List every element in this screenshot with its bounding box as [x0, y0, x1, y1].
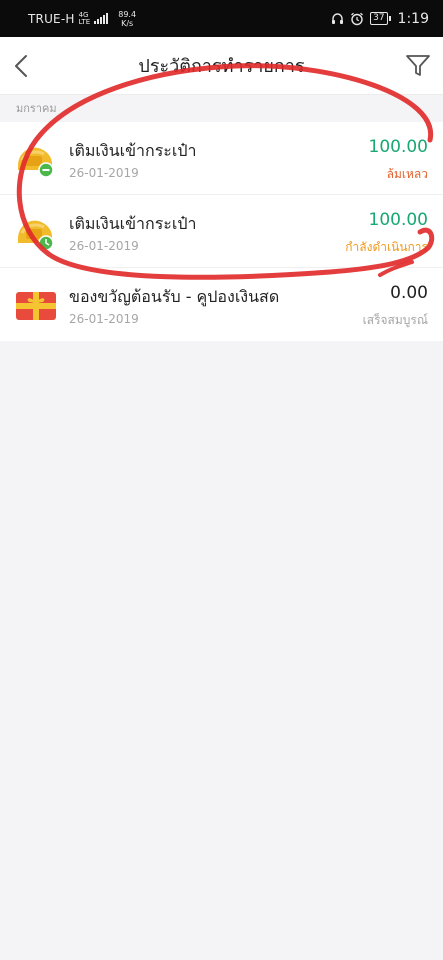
month-section-header: มกราคม: [16, 102, 57, 115]
wallet-failed-icon: [18, 147, 54, 178]
transaction-amount: 100.00: [368, 210, 428, 230]
transaction-title: ของขวัญต้อนรับ - คูปองเงินสด: [69, 287, 280, 306]
chevron-left-icon[interactable]: [10, 52, 36, 80]
transaction-date: 26-01-2019: [69, 312, 139, 326]
funnel-icon[interactable]: [405, 53, 431, 79]
transaction-date: 26-01-2019: [69, 166, 139, 180]
speed-value: 89.4: [118, 9, 137, 19]
transaction-row[interactable]: ของขวัญต้อนรับ - คูปองเงินสด 26-01-2019 …: [0, 268, 443, 341]
transaction-list: เติมเงินเข้ากระเป๋า 26-01-2019 100.00 ล้…: [0, 122, 443, 341]
transaction-amount: 0.00: [390, 283, 428, 303]
gift-icon: [16, 292, 56, 320]
status-left: TRUE-H 4G LTE 89.4 K/s: [28, 10, 136, 28]
transaction-status: กำลังดำเนินการ: [345, 240, 428, 254]
clock: 1:19: [397, 10, 429, 27]
speed-unit: K/s: [121, 18, 134, 28]
carrier-label: TRUE-H: [28, 11, 75, 26]
transaction-status: เสร็จสมบูรณ์: [362, 313, 428, 327]
transaction-title: เติมเงินเข้ากระเป๋า: [69, 214, 197, 233]
transaction-date: 26-01-2019: [69, 239, 139, 253]
wallet-pending-icon: [18, 220, 54, 251]
transaction-status: ล้มเหลว: [386, 167, 428, 181]
headphones-icon: [332, 13, 344, 24]
status-bar: TRUE-H 4G LTE 89.4 K/s 37 1:19: [0, 0, 443, 37]
transaction-row[interactable]: เติมเงินเข้ากระเป๋า 26-01-2019 100.00 กำ…: [0, 195, 443, 268]
nav-bar: ประวัติการทำรายการ: [0, 37, 443, 95]
page-title: ประวัติการทำรายการ: [138, 56, 305, 77]
battery-icon: 37: [370, 12, 392, 25]
status-right: 37 1:19: [331, 11, 429, 27]
transaction-row[interactable]: เติมเงินเข้ากระเป๋า 26-01-2019 100.00 ล้…: [0, 122, 443, 195]
transaction-amount: 100.00: [368, 137, 428, 157]
transaction-title: เติมเงินเข้ากระเป๋า: [69, 141, 197, 160]
network-speed: 89.4 K/s: [118, 10, 136, 28]
alarm-icon: [351, 12, 364, 25]
network-type-bottom: LTE: [78, 17, 91, 26]
network-type: 4G LTE: [78, 11, 91, 26]
signal-icon: [94, 13, 109, 24]
battery-level: 37: [373, 13, 385, 23]
